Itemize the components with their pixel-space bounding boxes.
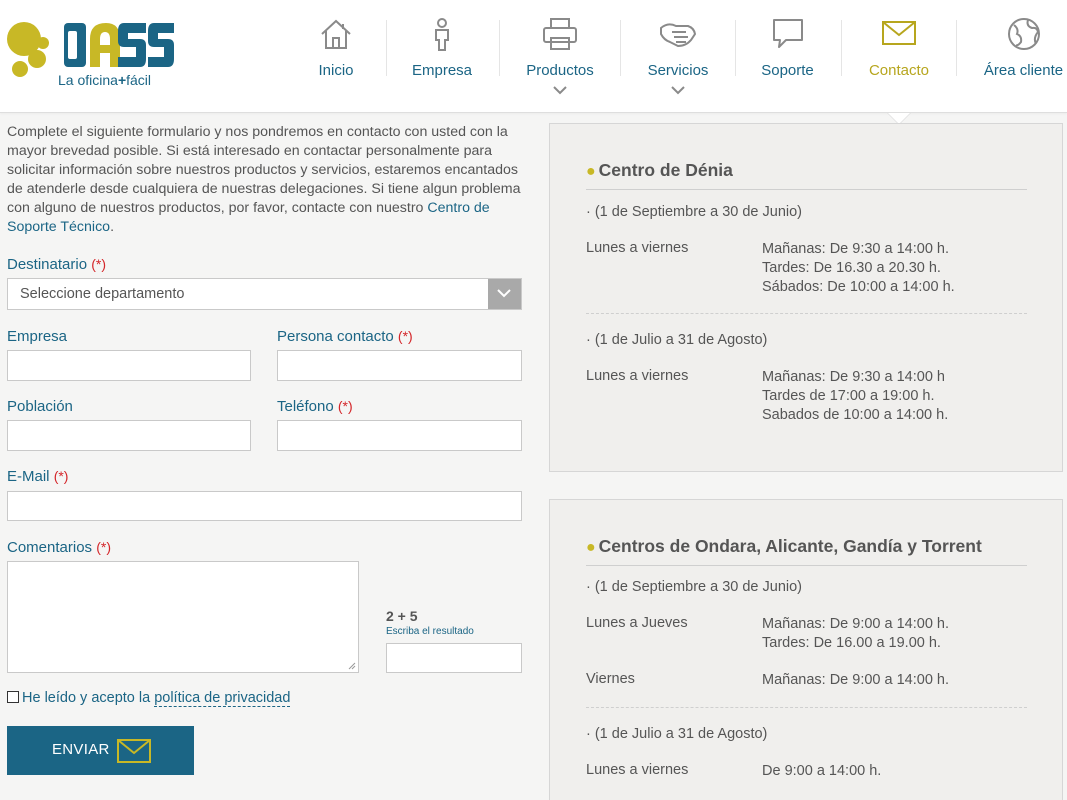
email-label: E-Mail (*)	[7, 468, 69, 485]
poblacion-input[interactable]	[7, 420, 251, 451]
chevron-down-icon	[497, 289, 511, 298]
nav-empresa[interactable]: Empresa	[407, 0, 477, 113]
schedule-days: Lunes a viernes	[586, 762, 689, 778]
nav-contacto[interactable]: Contacto	[864, 0, 934, 113]
nav-label: Contacto	[868, 62, 930, 79]
schedule-hours: De 9:00 a 14:00 h.	[762, 763, 882, 779]
logo-dots-icon	[7, 22, 49, 77]
comentarios-label: Comentarios (*)	[7, 539, 111, 556]
schedule-hours: Mañanas: De 9:30 a 14:00 h. Tardes: De 1…	[762, 241, 955, 295]
chevron-down-icon[interactable]	[671, 86, 685, 95]
nav-divider	[620, 20, 621, 76]
privacy-text: He leído y acepto la	[22, 690, 155, 706]
period-range: · (1 de Septiembre a 30 de Junio)	[586, 579, 803, 595]
centers-ondara-panel: ● Centros de Ondara, Alicante, Gandía y T…	[549, 499, 1063, 800]
persona-contacto-input[interactable]	[277, 350, 522, 381]
privacy-policy-link[interactable]: política de privacidad	[154, 690, 291, 707]
logo-wordmark	[62, 19, 174, 80]
nav-label: Empresa	[411, 62, 473, 79]
logo-tagline: La oficina+fácil	[58, 72, 152, 88]
email-input[interactable]	[7, 491, 522, 521]
nav-area-cliente[interactable]: Área cliente	[980, 0, 1067, 113]
chevron-down-icon[interactable]	[553, 86, 567, 95]
globe-icon	[1007, 18, 1040, 50]
dashed-divider	[586, 707, 1027, 708]
form-intro: Complete el siguiente formulario y nos p…	[7, 124, 521, 235]
empresa-label: Empresa	[7, 328, 68, 345]
schedule-days: Viernes	[586, 671, 635, 687]
nav-productos[interactable]: Productos	[520, 0, 600, 113]
nav-label: Servicios	[647, 62, 709, 79]
schedule-hours: Mañanas: De 9:00 a 14:00 h.	[762, 672, 950, 688]
envelope-icon	[117, 739, 151, 763]
schedule-days: Lunes a Jueves	[586, 615, 688, 631]
printer-icon	[543, 18, 577, 50]
period-range: · (1 de Septiembre a 30 de Junio)	[586, 204, 803, 220]
destinatario-label: Destinatario (*)	[7, 256, 106, 273]
captcha-hint: Escriba el resultado	[386, 626, 474, 637]
nav-divider	[841, 20, 842, 76]
nav-label: Soporte	[761, 62, 814, 79]
divider	[586, 565, 1027, 566]
empresa-input[interactable]	[7, 350, 251, 381]
center-denia-panel: ● Centro de Dénia · (1 de Septiembre a 30…	[549, 123, 1063, 472]
destinatario-value: Seleccione departamento	[20, 286, 185, 302]
bullet-dot-icon: ●	[586, 539, 596, 556]
poblacion-label: Población	[7, 398, 73, 415]
nav-inicio[interactable]: Inicio	[306, 0, 366, 113]
nav-divider	[386, 20, 387, 76]
schedule-days: Lunes a viernes	[586, 368, 689, 384]
envelope-icon	[882, 21, 916, 45]
dashed-divider	[586, 313, 1027, 314]
nav-divider	[735, 20, 736, 76]
schedule-hours: Mañanas: De 9:00 a 14:00 h. Tardes: De 1…	[762, 616, 950, 651]
dass-logo[interactable]: La oficina+fácil	[7, 19, 177, 91]
comentarios-textarea[interactable]	[7, 561, 359, 673]
privacy-consent: He leído y acepto la política de privaci…	[7, 690, 291, 707]
nav-divider	[499, 20, 500, 76]
divider	[586, 189, 1027, 190]
telefono-label: Teléfono (*)	[277, 398, 353, 415]
select-toggle[interactable]	[488, 279, 521, 309]
center-title: ● Centro de Dénia	[586, 160, 733, 180]
captcha-input[interactable]	[386, 643, 522, 673]
nav-soporte[interactable]: Soporte	[755, 0, 820, 113]
house-icon	[321, 19, 351, 49]
center-title: ● Centros de Ondara, Alicante, Gandía y T…	[586, 536, 982, 556]
site-header: La oficina+fácil Inicio Empresa Producto…	[0, 0, 1067, 113]
nav-label: Inicio	[318, 62, 354, 79]
nav-servicios[interactable]: Servicios	[638, 0, 718, 113]
period-range: · (1 de Julio a 31 de Agosto)	[586, 332, 768, 348]
person-icon	[435, 18, 449, 51]
nav-label: Área cliente	[983, 62, 1064, 79]
resize-handle-icon[interactable]	[348, 662, 356, 670]
telefono-input[interactable]	[277, 420, 522, 451]
period-range: · (1 de Julio a 31 de Agosto)	[586, 726, 768, 742]
bullet-dot-icon: ●	[586, 163, 596, 180]
enviar-label: ENVIAR	[52, 741, 110, 758]
handshake-icon	[660, 23, 697, 48]
nav-divider	[956, 20, 957, 76]
enviar-button[interactable]: ENVIAR	[7, 726, 194, 775]
schedule-hours: Mañanas: De 9:30 a 14:00 h Tardes de 17:…	[762, 369, 949, 423]
privacy-checkbox[interactable]	[7, 691, 19, 703]
persona-contacto-label: Persona contacto (*)	[277, 328, 413, 345]
nav-label: Productos	[526, 62, 594, 79]
speech-bubble-icon	[772, 19, 803, 48]
captcha-question: 2 + 5	[386, 608, 418, 624]
destinatario-select[interactable]: Seleccione departamento	[7, 278, 522, 310]
schedule-days: Lunes a viernes	[586, 240, 689, 256]
